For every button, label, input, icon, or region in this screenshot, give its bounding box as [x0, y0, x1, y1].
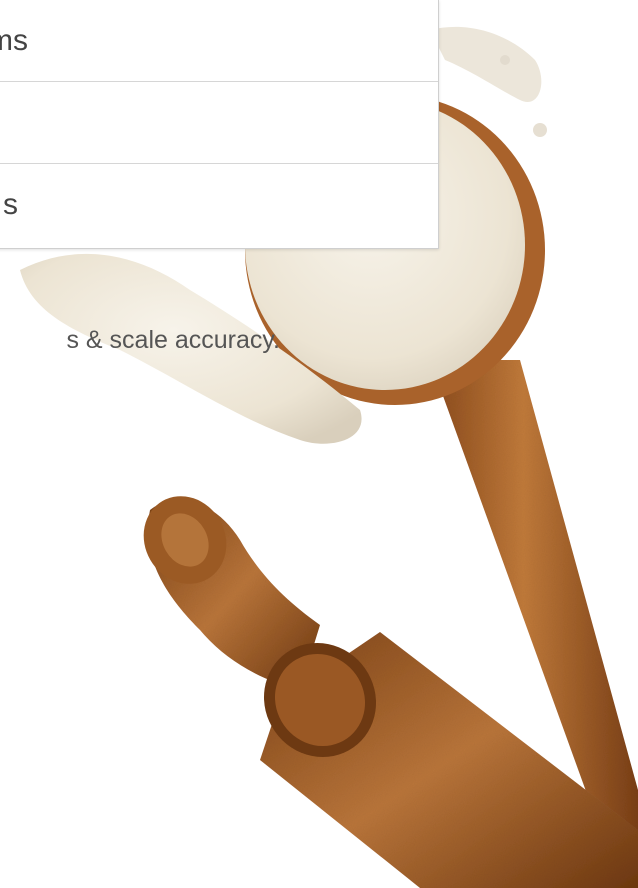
- caption-text: s & scale accuracy.: [66, 326, 280, 354]
- menu-item-3[interactable]: s: [0, 164, 438, 248]
- menu-item-1-label: ms: [0, 24, 28, 57]
- menu-item-2[interactable]: [0, 82, 438, 164]
- dropdown-menu: ms s: [0, 0, 439, 249]
- menu-item-3-label: s: [3, 188, 18, 221]
- menu-item-1[interactable]: ms: [0, 0, 438, 82]
- page: ms s s & scale accuracy.: [0, 0, 638, 888]
